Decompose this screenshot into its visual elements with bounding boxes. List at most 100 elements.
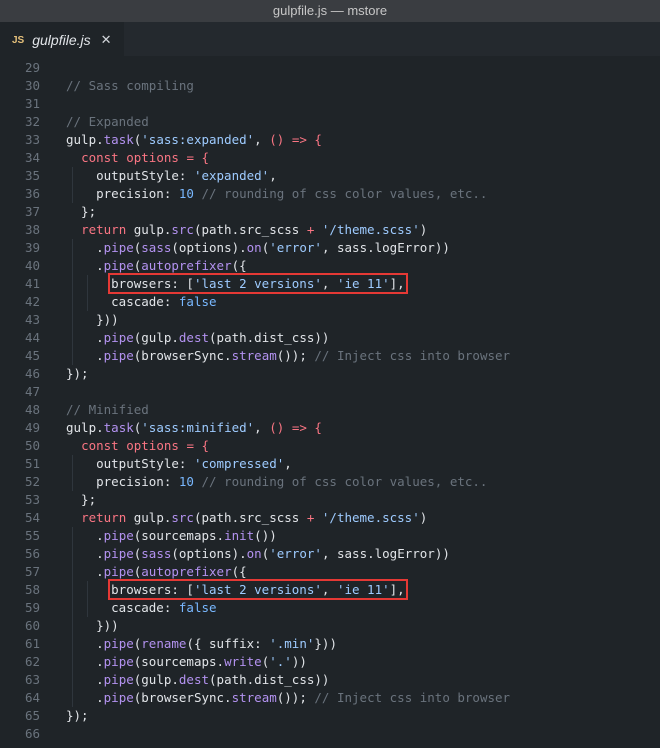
code-line[interactable]: 39 .pipe(sass(options).on('error', sass.… — [0, 239, 660, 257]
code-line[interactable]: 29 — [0, 59, 660, 77]
close-icon[interactable]: ✕ — [101, 32, 112, 48]
code-token: // Sass compiling — [66, 78, 194, 93]
line-number: 64 — [24, 690, 40, 705]
code-line[interactable]: 60 })) — [0, 617, 660, 635]
code-token: }; — [66, 204, 97, 219]
indent-guide — [87, 293, 89, 311]
code-text: })) — [40, 311, 119, 329]
line-number: 52 — [24, 474, 40, 489]
code-text: // Expanded — [40, 113, 149, 131]
code-token: on — [246, 546, 262, 561]
code-line[interactable]: 65}); — [0, 707, 660, 725]
code-text: .pipe(sass(options).on('error', sass.log… — [40, 545, 450, 563]
code-line[interactable]: 45 .pipe(browserSync.stream()); // Injec… — [0, 347, 660, 365]
code-text: const options = { — [40, 149, 209, 167]
code-token: 'last 2 versions' — [193, 582, 322, 597]
indent-guide — [72, 311, 73, 329]
line-number: 59 — [24, 600, 40, 615]
code-token: })) — [66, 618, 119, 633]
code-line[interactable]: 64 .pipe(browserSync.stream()); // Injec… — [0, 689, 660, 707]
code-token: () — [269, 132, 285, 147]
line-number: 62 — [24, 654, 40, 669]
code-token: stream — [231, 348, 277, 363]
code-token: , — [321, 582, 337, 597]
code-token: '.min' — [269, 636, 315, 651]
code-token: stream — [231, 690, 277, 705]
code-line[interactable]: 44 .pipe(gulp.dest(path.dist_css)) — [0, 329, 660, 347]
code-line[interactable]: 62 .pipe(sourcemaps.write('.')) — [0, 653, 660, 671]
code-line[interactable]: 46}); — [0, 365, 660, 383]
code-line[interactable]: 31 — [0, 95, 660, 113]
indent-guide — [72, 635, 73, 653]
code-token: 'last 2 versions' — [193, 276, 322, 291]
code-line[interactable]: 38 return gulp.src(path.src_scss + '/the… — [0, 221, 660, 239]
code-line[interactable]: 59 cascade: false — [0, 599, 660, 617]
code-line[interactable]: 66 — [0, 725, 660, 743]
code-line[interactable]: 51 outputStyle: 'compressed', — [0, 455, 660, 473]
code-token: ) — [419, 510, 428, 525]
indent-guide — [72, 473, 73, 491]
code-line[interactable]: 63 .pipe(gulp.dest(path.dist_css)) — [0, 671, 660, 689]
code-token: return — [81, 510, 127, 525]
code-line[interactable]: 54 return gulp.src(path.src_scss + '/the… — [0, 509, 660, 527]
code-token: pipe — [103, 528, 134, 543]
code-line[interactable]: 53 }; — [0, 491, 660, 509]
code-line[interactable]: 41 browsers: ['last 2 versions', 'ie 11'… — [0, 273, 660, 294]
code-line[interactable]: 40 .pipe(autoprefixer({ — [0, 257, 660, 275]
code-line[interactable]: 34 const options = { — [0, 149, 660, 167]
code-text: .pipe(gulp.dest(path.dist_css)) — [40, 329, 329, 347]
code-text: precision: 10 // rounding of css color v… — [40, 185, 487, 203]
code-token: , sass.logError)) — [321, 546, 450, 561]
code-line[interactable]: 43 })) — [0, 311, 660, 329]
line-number: 47 — [24, 384, 40, 399]
code-token: { — [193, 150, 210, 165]
code-line[interactable]: 49 gulp.task('sass:minified', () => { — [0, 419, 660, 437]
code-line[interactable]: 48 // Minified — [0, 401, 660, 419]
code-text: outputStyle: 'compressed', — [40, 455, 292, 473]
code-token: pipe — [103, 330, 134, 345]
tab-gulpfile[interactable]: JS gulpfile.js ✕ — [0, 22, 124, 57]
code-line[interactable]: 50 const options = { — [0, 437, 660, 455]
code-token: gulp. — [66, 132, 104, 147]
code-token: , — [254, 420, 270, 435]
code-text: .pipe(sass(options).on('error', sass.log… — [40, 239, 450, 257]
indent-guide — [72, 617, 73, 635]
code-line[interactable]: 32 // Expanded — [0, 113, 660, 131]
indent-guide — [72, 527, 73, 545]
code-token: , — [321, 276, 337, 291]
code-line[interactable]: 57 .pipe(autoprefixer({ — [0, 563, 660, 581]
code-text: .pipe(browserSync.stream()); // Inject c… — [40, 347, 510, 365]
code-line[interactable]: 30 // Sass compiling — [0, 77, 660, 95]
code-token: ({ — [231, 564, 247, 579]
code-line[interactable]: 33 gulp.task('sass:expanded', () => { — [0, 131, 660, 149]
code-line[interactable]: 42 cascade: false — [0, 293, 660, 311]
line-number: 32 — [24, 114, 40, 129]
code-token: })) — [314, 636, 337, 651]
code-line[interactable]: 58 browsers: ['last 2 versions', 'ie 11'… — [0, 579, 660, 600]
code-token: return — [81, 222, 127, 237]
code-token: precision: — [66, 474, 179, 489]
code-editor[interactable]: 29 30// Sass compiling 31 32// Expanded 33 gu… — [0, 56, 660, 748]
code-token: cascade: — [66, 600, 179, 615]
code-line[interactable]: 47 — [0, 383, 660, 401]
code-line[interactable]: 35 outputStyle: 'expanded', — [0, 167, 660, 185]
code-text: browsers: ['last 2 versions', 'ie 11'], — [40, 273, 408, 294]
code-text: // Sass compiling — [40, 77, 194, 95]
code-token: // Minified — [66, 402, 149, 417]
code-token: pipe — [103, 654, 134, 669]
code-token: precision: — [66, 186, 179, 201]
code-line[interactable]: 37 }; — [0, 203, 660, 221]
code-line[interactable]: 52 precision: 10 // rounding of css colo… — [0, 473, 660, 491]
line-number: 56 — [24, 546, 40, 561]
code-line[interactable]: 36 precision: 10 // rounding of css colo… — [0, 185, 660, 203]
code-line[interactable]: 56 .pipe(sass(options).on('error', sass.… — [0, 545, 660, 563]
code-token: (path.dist_css)) — [209, 672, 330, 687]
code-line[interactable]: 55 .pipe(sourcemaps.init()) — [0, 527, 660, 545]
code-token: (sourcemaps. — [133, 528, 225, 543]
code-token: 'compressed' — [193, 456, 285, 471]
code-token: { — [306, 132, 322, 147]
code-token: ({ — [231, 258, 247, 273]
code-token: rename — [141, 636, 187, 651]
code-line[interactable]: 61 .pipe(rename({ suffix: '.min'})) — [0, 635, 660, 653]
code-text: cascade: false — [40, 599, 216, 617]
